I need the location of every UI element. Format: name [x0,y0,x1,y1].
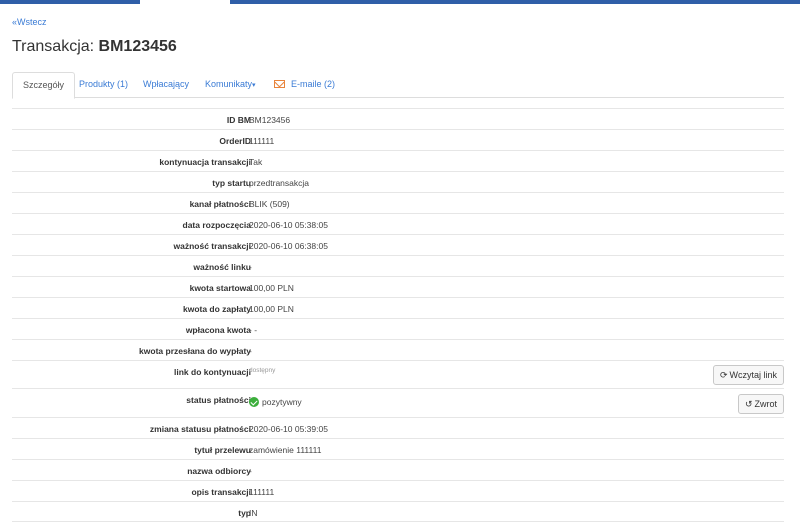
detail-label: kwota przesłana do wypłaty [139,345,251,356]
tab-payers[interactable]: Wpłacający [133,72,199,98]
detail-row-zmiana-statusu-platnosci: zmiana statusu płatności 2020-06-10 05:39… [12,417,784,438]
detail-row-opis-transakcji: opis transakcji 111111 [12,480,784,501]
detail-label: status płatności [186,395,251,405]
mail-icon [274,80,285,88]
detail-label: link do kontynuacji [174,367,251,377]
detail-value: 2020-06-10 06:38:05 [249,240,328,251]
detail-value: 2020-06-10 05:38:05 [249,219,328,230]
detail-label: kwota do zapłaty [182,303,251,314]
detail-value: przedtransakcja [249,177,310,188]
detail-value: - - [249,324,258,335]
tab-messages-label: Komunikaty [205,79,253,89]
detail-row-typ: typ IN [12,501,784,522]
refresh-icon: ⟳ [719,370,728,380]
detail-label: OrderID [219,135,251,146]
detail-label: kontynuacja transakcji [159,156,251,167]
transaction-details-table: ID BM BM123456 OrderID 111111 kontynuacja tr… [12,108,784,522]
status-text: pozytywny [262,397,302,407]
detail-row-typ-startu: typ startu przedtransakcja [12,171,784,192]
detail-row-kwota-startowa: kwota startowa 100,00 PLN [12,276,784,297]
detail-value: 111111 [249,135,275,146]
detail-row-tytul-przelewu: tytuł przelewu zamówienie 111111 [12,438,784,459]
detail-value: 2020-06-10 05:39:05 [249,423,328,434]
detail-value: 100,00 PLN [249,303,294,314]
detail-row-status-platnosci: status płatności pozytywny ↺ Zwrot [12,388,784,417]
detail-row-kanal-platnosci: kanał płatności BLIK (509) [12,192,784,213]
detail-label: kwota startowa [189,282,251,293]
detail-value: - [249,345,252,356]
tab-messages[interactable]: Komunikaty▾ [195,72,266,98]
transaction-id: BM123456 [98,38,177,55]
detail-row-data-rozpoczecia: data rozpoczęcia 2020-06-10 05:38:05 [12,213,784,234]
detail-row-kwota-do-zaplaty: kwota do zapłaty 100,00 PLN [12,297,784,318]
detail-row-id-bm: ID BM BM123456 [12,108,784,129]
detail-row-nazwa-odbiorcy: nazwa odbiorcy - [12,459,784,480]
detail-value: - [249,261,252,272]
detail-label: ważność transakcji [173,240,251,251]
tab-details[interactable]: Szczegóły [12,72,76,99]
detail-value: 100,00 PLN [249,282,294,293]
detail-row-link-do-kontynuacji: link do kontynuacji dostępny ⟳ Wczytaj link [12,360,784,388]
check-circle-icon [249,397,259,407]
detail-row-waznosc-transakcji: ważność transakcji 2020-06-10 06:38:05 [12,234,784,255]
tab-emails-label: E-maile (2) [291,79,336,89]
wczytaj-link-button[interactable]: ⟳ Wczytaj link [712,365,784,385]
detail-value: dostępny [249,367,276,374]
back-link[interactable]: «Wstecz [12,17,47,27]
detail-label: data rozpoczęcia [182,219,252,230]
detail-row-kontynuacja-transakcji: kontynuacja transakcji Tak [12,150,784,171]
detail-value: BLIK (509) [249,198,290,209]
detail-label: ważność linku [193,261,251,272]
detail-value: Tak [249,156,263,167]
detail-label: opis transakcji [191,486,251,497]
tab-details-label: Szczegóły [23,80,65,90]
page-title: Transakcja: BM123456 [12,38,177,56]
detail-row-wplacona-kwota: wpłacona kwota - - [12,318,784,339]
tab-emails[interactable]: E-maile (2) [264,72,345,98]
detail-label: tytuł przelewu [194,444,251,455]
zwrot-button[interactable]: ↺ Zwrot [737,393,784,414]
button-label: Zwrot [754,398,778,409]
undo-icon: ↺ [744,398,753,409]
detail-label: ID BM [226,114,251,125]
button-label: Wczytaj link [729,370,777,380]
detail-row-orderid: OrderID 111111 [12,129,784,150]
detail-value: 111111 [249,486,275,497]
detail-row-kwota-przeslana-do-wyplaty: kwota przesłana do wypłaty - [12,339,784,360]
detail-label: typ startu [212,177,251,188]
page-title-prefix: Transakcja: [12,38,99,55]
tab-products[interactable]: Produkty (1) [69,72,138,98]
detail-label: wpłacona kwota [185,324,251,335]
detail-label: zmiana statusu płatności [149,423,251,434]
detail-row-waznosc-linku: ważność linku - [12,255,784,276]
detail-value: IN [249,507,258,518]
detail-label: nazwa odbiorcy [187,465,251,476]
tab-payers-label: Wpłacający [143,79,190,89]
detail-value: - [249,465,252,476]
tab-products-label: Produkty (1) [79,79,129,89]
detail-value: pozytywny [249,397,302,407]
detail-value: BM123456 [249,114,291,125]
top-accent-bar [0,0,800,4]
detail-value: zamówienie 111111 [249,444,322,455]
tab-bar: Szczegóły Produkty (1) Wpłacający Komuni… [12,72,784,99]
chevron-down-icon: ▾ [252,82,256,89]
top-accent-gap [140,0,230,4]
detail-label: kanał płatności [189,198,251,209]
